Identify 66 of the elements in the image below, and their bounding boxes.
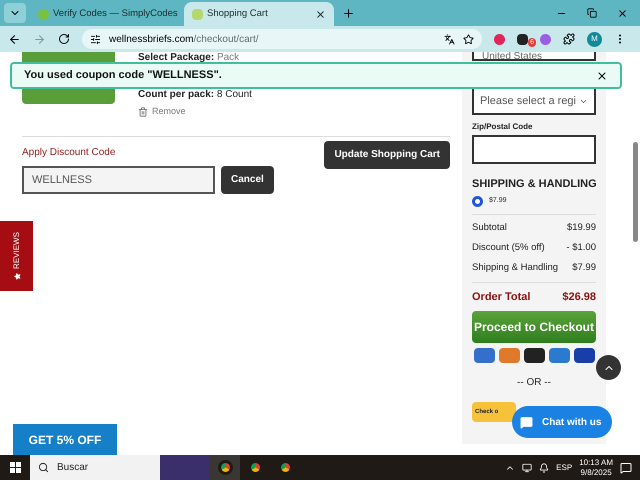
card-logo bbox=[498, 348, 520, 363]
card-logo bbox=[574, 348, 594, 363]
update-cart-button[interactable]: Update Shopping Cart bbox=[324, 140, 450, 168]
network-icon[interactable] bbox=[522, 462, 532, 472]
chat-bubble-icon bbox=[520, 416, 533, 428]
or-divider-text: -- OR -- bbox=[516, 376, 552, 390]
scroll-top-button[interactable] bbox=[596, 355, 621, 380]
tray-icon[interactable] bbox=[539, 462, 550, 472]
tab-title: Verify Codes — SimplyCodes bbox=[53, 6, 178, 21]
translate-icon[interactable] bbox=[444, 34, 455, 44]
zip-label: Zip/Postal Code bbox=[472, 121, 534, 133]
back-icon[interactable] bbox=[8, 32, 21, 46]
order-total-value: $26.98 bbox=[562, 290, 596, 304]
clock-date: 9/8/2025 bbox=[580, 468, 612, 478]
alert-message: You used coupon code "WELLNESS". bbox=[24, 68, 222, 84]
promo-button[interactable]: GET 5% OFF bbox=[13, 424, 117, 455]
package-text: Select Package: Pack bbox=[138, 52, 240, 63]
card-logo bbox=[548, 348, 570, 363]
url-text: wellnessbriefs.com/checkout/cart/ bbox=[109, 32, 260, 46]
cancel-button[interactable]: Cancel bbox=[221, 166, 274, 194]
close-icon[interactable] bbox=[315, 8, 326, 20]
reload-icon[interactable] bbox=[58, 33, 70, 45]
card-logo bbox=[474, 348, 494, 363]
new-tab-icon[interactable] bbox=[342, 7, 355, 20]
restore-icon[interactable] bbox=[587, 8, 597, 18]
bookmark-star-icon[interactable] bbox=[463, 34, 474, 44]
summary-value: - $1.00 bbox=[566, 241, 596, 256]
site-icon bbox=[38, 8, 49, 20]
summary-label: Subtotal bbox=[472, 221, 507, 236]
star-icon bbox=[13, 272, 20, 280]
language-indicator[interactable]: ESP bbox=[556, 462, 572, 474]
checkout-button[interactable]: Proceed to Checkout bbox=[472, 311, 596, 343]
notifications-icon[interactable] bbox=[620, 462, 632, 474]
close-icon[interactable] bbox=[617, 8, 628, 19]
taskbar-search-field[interactable]: Buscar bbox=[30, 455, 160, 480]
discount-code-field[interactable]: WELLNESS bbox=[22, 166, 215, 194]
profile-avatar[interactable]: M bbox=[587, 32, 602, 46]
extensions-icon[interactable] bbox=[563, 33, 575, 45]
browser-tab[interactable]: Shopping Cart bbox=[184, 2, 334, 26]
trash-icon[interactable] bbox=[138, 106, 148, 117]
browser-taskbar-icon[interactable] bbox=[210, 455, 240, 480]
order-total-label: Order Total bbox=[472, 290, 530, 304]
summary-value: $7.99 bbox=[572, 261, 596, 276]
shipping-title: SHIPPING & HANDLING bbox=[472, 177, 596, 192]
summary-value: $19.99 bbox=[566, 221, 596, 236]
zip-field[interactable] bbox=[472, 135, 596, 164]
reviews-tab[interactable]: REVIEWS bbox=[0, 221, 33, 291]
site-info-icon[interactable] bbox=[90, 34, 101, 44]
card-logo bbox=[524, 348, 544, 363]
region-select[interactable]: Please select a regi bbox=[472, 87, 596, 115]
tab-title: Shopping Cart bbox=[207, 6, 269, 21]
address-bar[interactable]: wellnessbriefs.com/checkout/cart/ bbox=[82, 29, 482, 49]
tab-list-button[interactable] bbox=[4, 3, 26, 23]
summary-label: Shipping & Handling bbox=[472, 261, 558, 276]
summary-label: Discount (5% off) bbox=[472, 241, 545, 256]
country-select[interactable]: United States bbox=[472, 52, 596, 61]
remove-link[interactable]: Remove bbox=[152, 105, 186, 118]
search-icon bbox=[38, 462, 49, 473]
clock-time: 10:13 AM bbox=[579, 458, 613, 468]
site-icon bbox=[192, 8, 203, 20]
close-icon[interactable] bbox=[596, 70, 608, 82]
chat-button[interactable]: Chat with us bbox=[512, 406, 612, 438]
extension-icon[interactable] bbox=[517, 34, 528, 44]
discount-label: Apply Discount Code bbox=[22, 146, 116, 160]
shipping-radio[interactable] bbox=[472, 196, 483, 206]
count-text: Count per pack: 8 Count bbox=[138, 88, 252, 102]
